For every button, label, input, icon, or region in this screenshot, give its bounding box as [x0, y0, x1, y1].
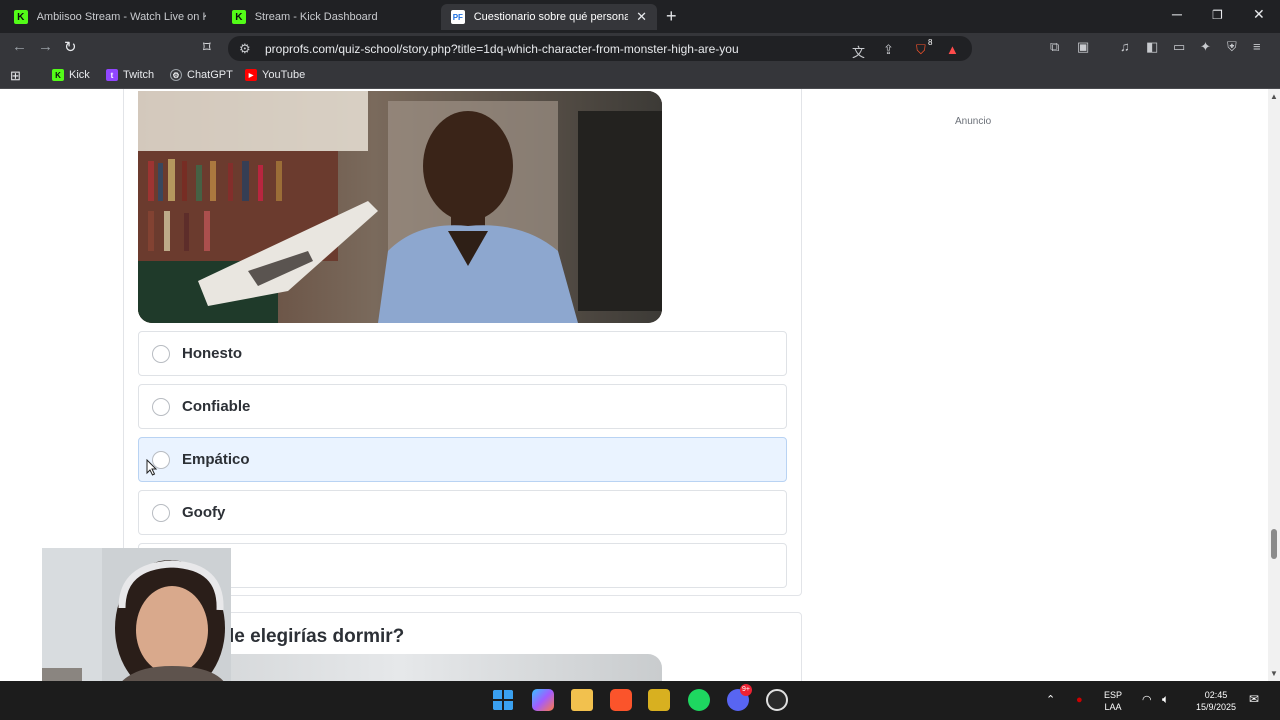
- volume-icon[interactable]: 🔈︎: [1162, 693, 1169, 705]
- tab-title: Cuestionario sobre qué personaje: [473, 11, 629, 23]
- mouse-cursor-icon: [146, 459, 158, 476]
- tray-expand-icon[interactable]: ⌃: [1046, 694, 1055, 706]
- youtube-icon: ▶: [245, 69, 257, 81]
- page-scrollbar[interactable]: ▲ ▼: [1268, 89, 1280, 681]
- brave-shields-icon[interactable]: ⛉: [916, 42, 926, 58]
- wifi-icon[interactable]: ◠: [1142, 694, 1152, 706]
- clock-time: 02:45: [1204, 690, 1228, 700]
- obs-clip-icon[interactable]: [648, 689, 670, 711]
- question-image: [138, 91, 662, 323]
- file-explorer-icon[interactable]: [571, 689, 593, 711]
- bookmark-label: ChatGPT: [187, 69, 233, 81]
- restore-icon[interactable]: ❐: [1212, 8, 1223, 22]
- back-icon[interactable]: ←: [12, 38, 27, 55]
- sidebar-icon[interactable]: ◧: [1146, 39, 1158, 55]
- extensions-icon[interactable]: ⧉: [1050, 39, 1059, 55]
- obs-studio-icon[interactable]: [766, 689, 788, 711]
- option-label: Honesto: [182, 345, 242, 362]
- bookmark-icon[interactable]: ⌑: [203, 38, 211, 56]
- menu-icon[interactable]: ≡: [1253, 39, 1261, 54]
- site-settings-icon[interactable]: ⚙: [239, 41, 251, 57]
- kick-icon: K: [232, 10, 246, 24]
- bookmark-label: Kick: [69, 69, 90, 81]
- chatgpt-icon: ⚙: [170, 69, 182, 81]
- discord-badge: 9+: [740, 684, 752, 696]
- webcam-overlay: [42, 548, 231, 698]
- close-tab-icon[interactable]: ✕: [636, 9, 647, 25]
- webcam-feed: [42, 548, 231, 698]
- answer-option[interactable]: Confiable: [138, 384, 787, 429]
- copilot-icon[interactable]: [532, 689, 554, 711]
- reload-icon[interactable]: ↻: [64, 38, 77, 56]
- bookmark-chatgpt[interactable]: ⚙ ChatGPT: [170, 69, 233, 81]
- language-code: ESP: [1104, 690, 1123, 700]
- bookmark-twitch[interactable]: t Twitch: [106, 69, 154, 81]
- spotify-icon[interactable]: [688, 689, 710, 711]
- address-bar[interactable]: ⚙ proprofs.com/quiz-school/story.php?tit…: [228, 36, 972, 61]
- next-question-title: le elegirías dormir?: [229, 626, 405, 647]
- clock[interactable]: 02:45 15/9/2025: [1190, 689, 1242, 713]
- tab-title: Stream - Kick Dashboard: [254, 11, 378, 23]
- browser-toolbar: ← → ↻ ⌑ ⚙ proprofs.com/quiz-school/story…: [0, 33, 1280, 63]
- bookmark-label: Twitch: [123, 69, 155, 81]
- bookmark-youtube[interactable]: ▶ YouTube: [245, 69, 305, 81]
- tab-kick-stream[interactable]: K Ambiisoo Stream - Watch Live on Kick: [4, 4, 216, 30]
- forward-icon[interactable]: →: [38, 38, 53, 55]
- brave-rewards-icon[interactable]: ▲: [946, 42, 959, 57]
- bookmark-label: YouTube: [262, 69, 306, 81]
- wallet-icon[interactable]: ▭: [1173, 39, 1185, 55]
- answer-option[interactable]: Goofy: [138, 490, 787, 535]
- kick-icon: K: [52, 69, 64, 81]
- url-text: proprofs.com/quiz-school/story.php?title…: [265, 42, 739, 56]
- share-icon[interactable]: ⇪: [883, 42, 894, 58]
- kick-icon: K: [14, 10, 28, 24]
- browser-tab-bar: K Ambiisoo Stream - Watch Live on Kick K…: [0, 0, 1280, 33]
- scroll-up-icon[interactable]: ▲: [1270, 92, 1278, 101]
- tab-proprofs-quiz[interactable]: PF Cuestionario sobre qué personaje ✕: [441, 4, 657, 30]
- translate-icon[interactable]: 文: [852, 42, 865, 61]
- radio-button[interactable]: [152, 397, 170, 416]
- windows-start-icon[interactable]: [492, 689, 514, 711]
- answer-option[interactable]: Honesto: [138, 331, 787, 376]
- radio-button[interactable]: [152, 503, 170, 522]
- answer-option[interactable]: Empático: [138, 437, 787, 482]
- brave-badge: 8: [928, 38, 933, 47]
- notifications-icon[interactable]: ✉: [1249, 693, 1259, 705]
- option-label: Empático: [182, 451, 250, 468]
- scroll-down-icon[interactable]: ▼: [1270, 669, 1278, 678]
- screenshot-icon[interactable]: ▣: [1077, 39, 1089, 55]
- option-label: Goofy: [182, 504, 226, 521]
- tray-app-icon[interactable]: ●: [1076, 694, 1083, 706]
- language-indicator[interactable]: ESP LAA: [1104, 689, 1122, 713]
- leo-ai-icon[interactable]: ✦: [1200, 39, 1211, 55]
- scroll-thumb[interactable]: [1271, 529, 1277, 559]
- windows-taskbar: 9+ ⌃ ● ESP LAA ◠ 🔈︎ 02:45 15/9/2025 ✉: [0, 681, 1280, 720]
- ad-label: Anuncio: [955, 116, 992, 127]
- brave-browser-icon[interactable]: [610, 689, 632, 711]
- bookmark-kick[interactable]: K Kick: [52, 69, 90, 81]
- tab-kick-dashboard[interactable]: K Stream - Kick Dashboard: [222, 4, 436, 30]
- answer-option[interactable]: ente: [138, 543, 787, 588]
- vpn-icon[interactable]: ⛨: [1227, 39, 1237, 55]
- option-label: Confiable: [182, 398, 251, 415]
- minimize-icon[interactable]: ─: [1172, 6, 1182, 22]
- radio-button[interactable]: [152, 344, 170, 363]
- proprofs-icon: PF: [451, 10, 465, 24]
- apps-grid-icon[interactable]: ⊞: [10, 68, 21, 84]
- twitch-icon: t: [106, 69, 118, 81]
- clock-date: 15/9/2025: [1195, 702, 1237, 712]
- keyboard-layout: LAA: [1104, 702, 1122, 712]
- bookmarks-bar: ⊞ K Kick t Twitch ⚙ ChatGPT ▶ YouTube: [0, 63, 1280, 89]
- music-icon[interactable]: ♫: [1120, 39, 1130, 54]
- tab-title: Ambiisoo Stream - Watch Live on Kick: [36, 11, 206, 23]
- close-window-icon[interactable]: ✕: [1253, 6, 1265, 23]
- new-tab-icon[interactable]: +: [666, 6, 677, 27]
